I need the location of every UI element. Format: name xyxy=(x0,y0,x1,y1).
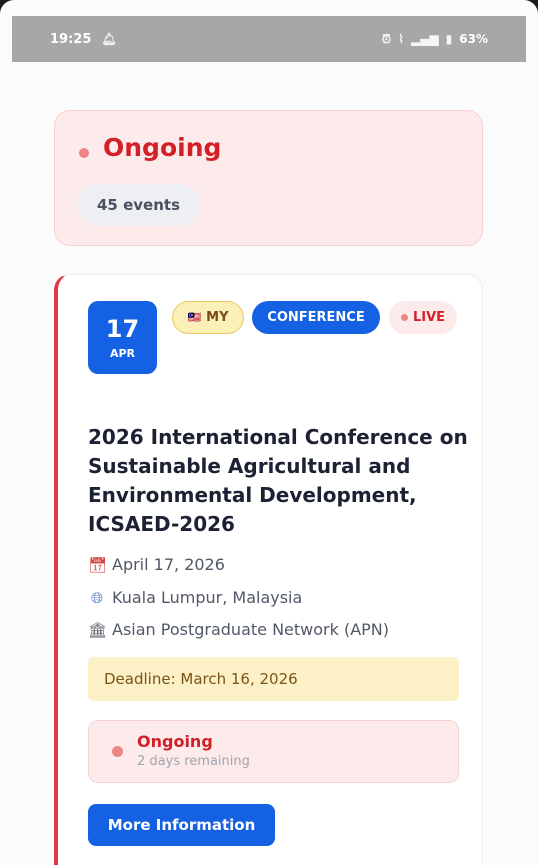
event-type-tag: CONFERENCE xyxy=(252,301,380,334)
event-location: Kuala Lumpur, Malaysia xyxy=(112,588,303,607)
event-count-badge: 45 events xyxy=(77,184,200,226)
globe-icon: 🌐︎ xyxy=(90,588,103,607)
battery-icon: ▮ xyxy=(445,32,453,46)
wifi-icon: ⌇ xyxy=(398,32,404,46)
event-title[interactable]: 2026 International Conference on Sustain… xyxy=(88,423,468,539)
days-remaining: 2 days remaining xyxy=(137,754,250,769)
live-label: LIVE xyxy=(412,310,446,325)
battery-percent: 63% xyxy=(459,32,488,46)
event-organizer-row: 🏛︎ Asian Postgraduate Network (APN) xyxy=(88,620,389,639)
malaysia-flag-icon: 🇲🇾 xyxy=(187,311,202,324)
event-status-box: Ongoing 2 days remaining xyxy=(88,720,459,783)
event-card[interactable]: 17 APR 🇲🇾 MY CONFERENCE LIVE 2026 Intern… xyxy=(54,274,483,865)
status-bar: 19:25 🔔︎ ⏰︎ ⌇ ▂▄▆ ▮ 63% xyxy=(12,16,526,62)
live-tag: LIVE xyxy=(389,301,457,334)
notification-bell-icon: 🔔︎ xyxy=(101,32,117,46)
calendar-icon: 📅︎ xyxy=(88,555,108,574)
country-tag: 🇲🇾 MY xyxy=(172,301,244,334)
alarm-icon: ⏰︎ xyxy=(381,31,392,46)
phone-screen: 19:25 🔔︎ ⏰︎ ⌇ ▂▄▆ ▮ 63% Ongoing 45 event… xyxy=(0,0,538,865)
event-day: 17 xyxy=(105,315,140,343)
more-information-button[interactable]: More Information xyxy=(88,804,275,846)
ongoing-status-dot xyxy=(79,148,89,158)
event-status: Ongoing xyxy=(137,732,213,751)
deadline-banner: Deadline: March 16, 2026 xyxy=(88,657,459,701)
institution-icon: 🏛︎ xyxy=(88,620,108,639)
event-date-row: 📅︎ April 17, 2026 xyxy=(88,555,225,574)
status-dot-icon xyxy=(112,746,123,757)
event-date: April 17, 2026 xyxy=(112,555,225,574)
event-month: APR xyxy=(109,347,136,360)
signal-icon: ▂▄▆ xyxy=(410,32,439,46)
event-location-row: 🌐︎ Kuala Lumpur, Malaysia xyxy=(88,588,302,607)
summary-title: Ongoing xyxy=(103,133,222,162)
status-time: 19:25 xyxy=(50,31,92,47)
live-dot-icon xyxy=(400,314,408,321)
event-organizer: Asian Postgraduate Network (APN) xyxy=(112,620,390,639)
event-date-badge: 17 APR xyxy=(88,301,157,374)
country-code: MY xyxy=(206,310,229,325)
ongoing-summary-card[interactable]: Ongoing 45 events xyxy=(54,110,483,246)
